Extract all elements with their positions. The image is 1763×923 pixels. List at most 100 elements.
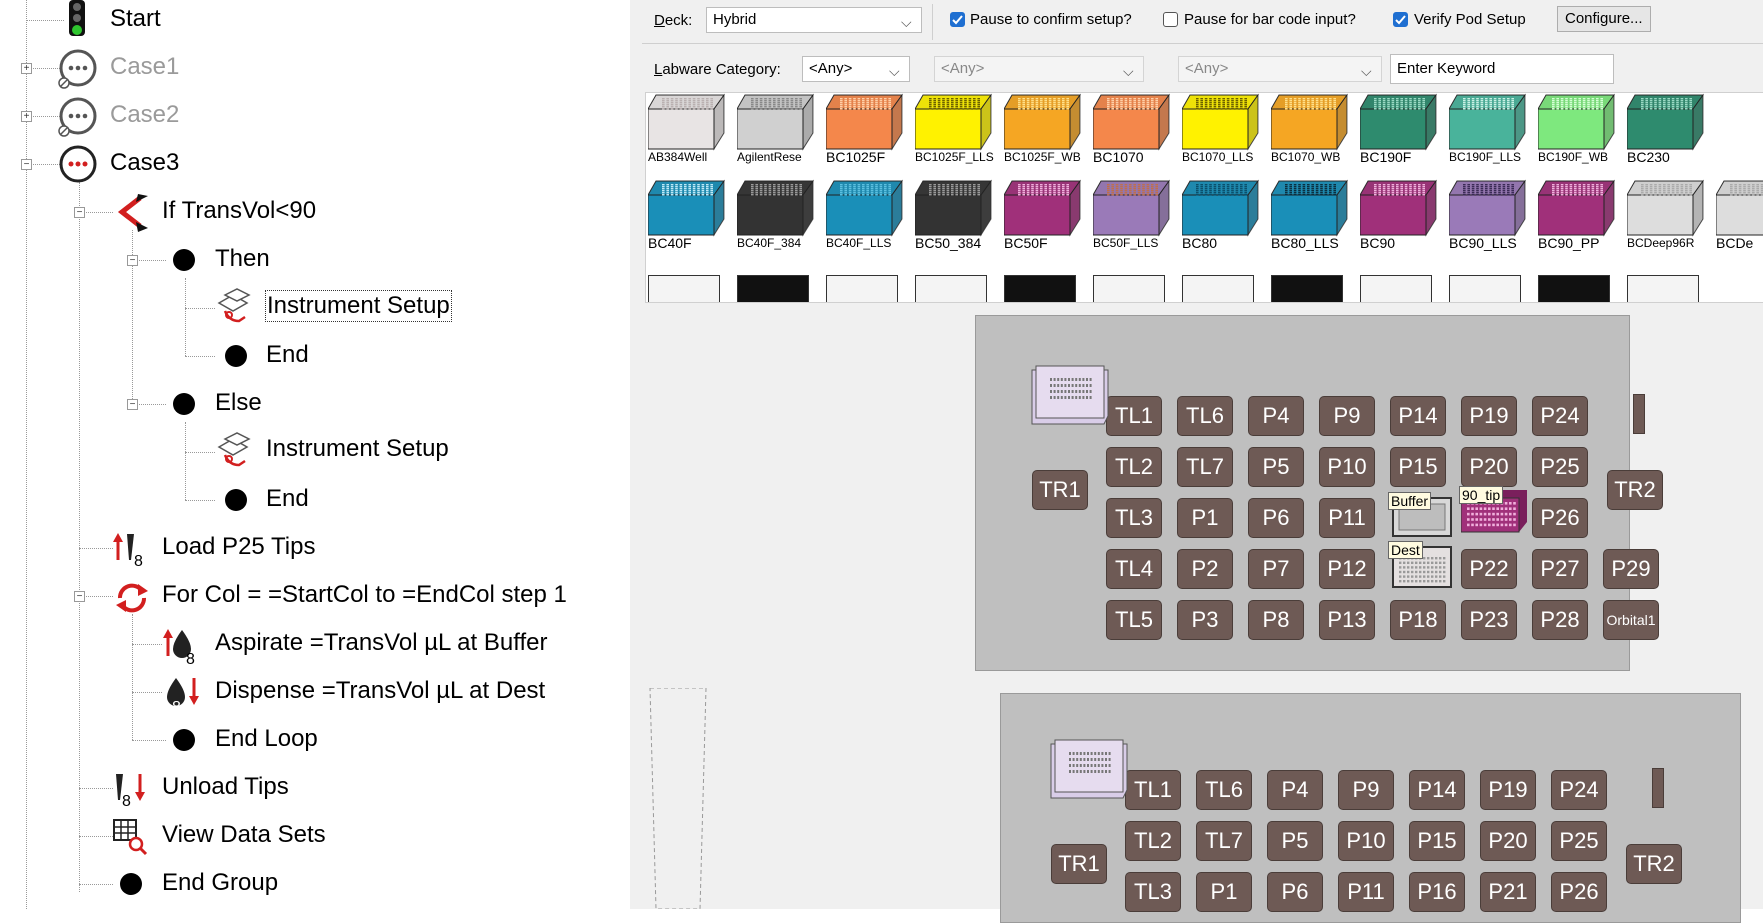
tree-node-case1[interactable]: Case1	[110, 52, 179, 82]
deck-position-tr1[interactable]: TR1	[1032, 470, 1088, 510]
expand-toggle[interactable]: +	[21, 63, 32, 74]
deck-position-p27[interactable]: P27	[1532, 549, 1588, 589]
deck-position-p1[interactable]: P1	[1196, 872, 1252, 912]
deck-position-p13[interactable]: P13	[1319, 600, 1375, 640]
tree-node-case3[interactable]: Case3	[110, 148, 179, 178]
deck-position-p20[interactable]: P20	[1480, 821, 1536, 861]
pause-confirm-label[interactable]: Pause to confirm setup?	[970, 11, 1132, 29]
deck-position-p23[interactable]: P23	[1461, 600, 1517, 640]
tree-node-then[interactable]: Then	[215, 244, 270, 274]
labware-tile[interactable]: BC90_PP	[1537, 179, 1618, 257]
tree-node-end-group[interactable]: End Group	[162, 868, 278, 898]
verify-pod-label[interactable]: Verify Pod Setup	[1414, 11, 1526, 29]
labware-tile[interactable]: BC1025F_WB	[1003, 93, 1084, 171]
deck-position-tl7[interactable]: TL7	[1196, 821, 1252, 861]
labware-gallery[interactable]: AB384Well AgilentRese BC1025F BC1025F_LLS BC…	[645, 92, 1763, 303]
labware-tile[interactable]: BC1070_WB	[1270, 93, 1351, 171]
deck-position-p21[interactable]: P21	[1480, 872, 1536, 912]
deck-position-tl2[interactable]: TL2	[1106, 447, 1162, 487]
verify-pod-checkbox[interactable]	[1393, 12, 1408, 27]
labware-tile[interactable]: BC1070_LLS	[1181, 93, 1262, 171]
deck-position-p10[interactable]: P10	[1319, 447, 1375, 487]
labware-tile[interactable]: BCDeep96R	[1626, 179, 1707, 257]
labware-tile[interactable]: BC40F_384	[736, 179, 817, 257]
labware-tile-partial[interactable]	[1360, 275, 1432, 302]
labware-tile[interactable]: BC190F	[1359, 93, 1440, 171]
deck-position-p4[interactable]: P4	[1267, 770, 1323, 810]
labware-tile-partial[interactable]	[737, 275, 809, 302]
deck-position-p26[interactable]: P26	[1551, 872, 1607, 912]
deck-position-p2[interactable]: P2	[1177, 549, 1233, 589]
deck-position-tl3[interactable]: TL3	[1125, 872, 1181, 912]
deck-position-p29[interactable]: P29	[1603, 549, 1659, 589]
labware-tile-partial[interactable]	[1004, 275, 1076, 302]
deck-position-tl3[interactable]: TL3	[1106, 498, 1162, 538]
configure-button[interactable]: Configure...	[1557, 6, 1651, 32]
labware-tile[interactable]: BC190F_WB	[1537, 93, 1618, 171]
tree-node-case2[interactable]: Case2	[110, 100, 179, 130]
tree-node-if[interactable]: If TransVol<90	[162, 196, 316, 226]
expand-toggle[interactable]: +	[21, 111, 32, 122]
deck-position-p15[interactable]: P15	[1390, 447, 1446, 487]
deck-position-p24[interactable]: P24	[1551, 770, 1607, 810]
deck-position-p15[interactable]: P15	[1409, 821, 1465, 861]
deck-position-p5[interactable]: P5	[1267, 821, 1323, 861]
labware-tile-partial[interactable]	[1182, 275, 1254, 302]
deck-position-p26[interactable]: P26	[1532, 498, 1588, 538]
deck-position-tr1[interactable]: TR1	[1051, 844, 1107, 884]
tree-node-instrument-setup[interactable]: Instrument Setup	[266, 434, 449, 464]
labware-tile[interactable]: BCDe	[1715, 179, 1763, 257]
tree-node-unload-tips[interactable]: Unload Tips	[162, 772, 289, 802]
deck-position-tl7[interactable]: TL7	[1177, 447, 1233, 487]
pause-confirm-checkbox[interactable]	[950, 12, 965, 27]
tree-node-instrument-setup-selected[interactable]: Instrument Setup	[265, 290, 452, 322]
deck-position-tl6[interactable]: TL6	[1196, 770, 1252, 810]
deck-position-tr2[interactable]: TR2	[1626, 844, 1682, 884]
tree-node-load-tips[interactable]: Load P25 Tips	[162, 532, 315, 562]
deck-position-tl1[interactable]: TL1	[1106, 396, 1162, 436]
deck-position-p20[interactable]: P20	[1461, 447, 1517, 487]
collapse-toggle[interactable]: −	[74, 207, 85, 218]
labware-tile[interactable]: BC1070	[1092, 93, 1173, 171]
deck-position-p25[interactable]: P25	[1551, 821, 1607, 861]
deck-position-p3[interactable]: P3	[1177, 600, 1233, 640]
deck-position-p24[interactable]: P24	[1532, 396, 1588, 436]
labware-tile[interactable]: BC1025F_LLS	[914, 93, 995, 171]
labware-tile[interactable]: AB384Well	[647, 93, 728, 171]
deck-position-p28[interactable]: P28	[1532, 600, 1588, 640]
deck-position-p16[interactable]: P16	[1409, 872, 1465, 912]
deck-position-tl4[interactable]: TL4	[1106, 549, 1162, 589]
deck-position-p12[interactable]: P12	[1319, 549, 1375, 589]
deck-position-p10[interactable]: P10	[1338, 821, 1394, 861]
labware-tile-partial[interactable]	[1271, 275, 1343, 302]
labware-tile-partial[interactable]	[1093, 275, 1165, 302]
tree-node-aspirate[interactable]: Aspirate =TransVol µL at Buffer	[215, 628, 547, 658]
labware-tile-partial[interactable]	[826, 275, 898, 302]
deck-position-p19[interactable]: P19	[1480, 770, 1536, 810]
labware-tile[interactable]: BC40F_LLS	[825, 179, 906, 257]
deck-position-orbital1[interactable]: Orbital1	[1603, 600, 1659, 640]
labware-tile[interactable]: BC230	[1626, 93, 1707, 171]
deck-position-p5[interactable]: P5	[1248, 447, 1304, 487]
deck-position-p14[interactable]: P14	[1390, 396, 1446, 436]
labware-tile[interactable]: BC40F	[647, 179, 728, 257]
labware-tile[interactable]: BC50F	[1003, 179, 1084, 257]
pause-barcode-checkbox[interactable]	[1163, 12, 1178, 27]
labware-tile[interactable]: BC190F_LLS	[1448, 93, 1529, 171]
collapse-toggle[interactable]: −	[74, 591, 85, 602]
labware-tile[interactable]: BC80	[1181, 179, 1262, 257]
labware-tile[interactable]: AgilentRese	[736, 93, 817, 171]
labware-tile[interactable]: BC50_384	[914, 179, 995, 257]
deck-position-p14[interactable]: P14	[1409, 770, 1465, 810]
deck-position-p11[interactable]: P11	[1338, 872, 1394, 912]
labware-filter-select-2[interactable]: <Any> ⌵	[934, 56, 1144, 82]
pause-barcode-label[interactable]: Pause for bar code input?	[1184, 11, 1356, 29]
tip-box-labware[interactable]	[1047, 738, 1131, 802]
tree-node-start[interactable]: Start	[110, 4, 161, 34]
deck-position-p9[interactable]: P9	[1319, 396, 1375, 436]
labware-tile[interactable]: BC50F_LLS	[1092, 179, 1173, 257]
collapse-toggle[interactable]: −	[127, 255, 138, 266]
collapse-toggle[interactable]: −	[21, 159, 32, 170]
tree-node-for-loop[interactable]: For Col = =StartCol to =EndCol step 1	[162, 580, 567, 610]
deck-position-tl5[interactable]: TL5	[1106, 600, 1162, 640]
